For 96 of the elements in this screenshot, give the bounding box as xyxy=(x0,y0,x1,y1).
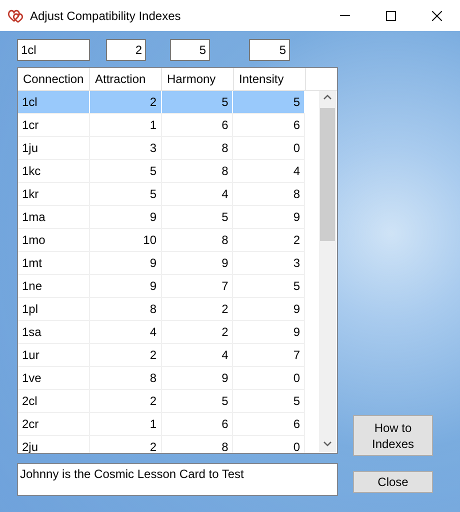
table-cell: 9 xyxy=(162,252,234,274)
input-field[interactable]: 5 xyxy=(170,39,210,61)
table-cell: 6 xyxy=(233,114,305,136)
table-cell: 2 xyxy=(162,321,234,343)
table-cell: 2 xyxy=(90,344,162,366)
column-header[interactable]: Attraction xyxy=(90,68,162,90)
table-row[interactable]: 2cr 1 6 6 xyxy=(18,413,305,436)
table-cell: 1kc xyxy=(18,160,90,182)
table-cell: 1kr xyxy=(18,183,90,205)
table-cell: 0 xyxy=(233,137,305,159)
table-cell: 2 xyxy=(90,436,162,453)
table-row[interactable]: 1ne 9 7 5 xyxy=(18,275,305,298)
table-cell: 7 xyxy=(233,344,305,366)
close-icon xyxy=(432,10,442,20)
column-header[interactable]: Connection xyxy=(18,68,90,90)
message-field[interactable]: Johnny is the Cosmic Lesson Card to Test xyxy=(17,463,338,496)
table-cell: 1pl xyxy=(18,298,90,320)
table-cell: 1mt xyxy=(18,252,90,274)
table-cell: 1 xyxy=(90,413,162,435)
table-cell: 5 xyxy=(233,91,305,113)
table-row[interactable]: 1sa 4 2 9 xyxy=(18,321,305,344)
table-cell: 5 xyxy=(233,275,305,297)
table-cell: 6 xyxy=(162,413,234,435)
table-cell: 1ma xyxy=(18,206,90,228)
input-field[interactable]: 1cl xyxy=(17,39,90,61)
table-cell: 9 xyxy=(90,252,162,274)
table-cell: 6 xyxy=(233,413,305,435)
table-cell: 1ne xyxy=(18,275,90,297)
table-cell: 2cr xyxy=(18,413,90,435)
table-cell: 5 xyxy=(233,390,305,412)
table-row[interactable]: 1ve 8 9 0 xyxy=(18,367,305,390)
table-cell: 0 xyxy=(233,367,305,389)
table-cell: 8 xyxy=(233,183,305,205)
window-title: Adjust Compatibility Indexes xyxy=(30,8,181,24)
table-cell: 1ju xyxy=(18,137,90,159)
table-cell: 7 xyxy=(162,275,234,297)
table-cell: 6 xyxy=(162,114,234,136)
table-cell: 2 xyxy=(90,91,162,113)
table-row[interactable]: 1mt 9 9 3 xyxy=(18,252,305,275)
table-row[interactable]: 1kc 5 8 4 xyxy=(18,160,305,183)
table-cell: 5 xyxy=(162,206,234,228)
table-cell: 8 xyxy=(90,367,162,389)
table-row[interactable]: 1cr 1 6 6 xyxy=(18,114,305,137)
how-to-button[interactable]: How to Indexes xyxy=(353,415,433,456)
table-cell: 2 xyxy=(233,229,305,251)
table-cell: 5 xyxy=(162,91,234,113)
maximize-icon xyxy=(386,10,396,20)
table-row[interactable]: 1mo 10 8 2 xyxy=(18,229,305,252)
table-row[interactable]: 1ma 9 5 9 xyxy=(18,206,305,229)
table-cell: 0 xyxy=(233,436,305,453)
table-cell: 1 xyxy=(90,114,162,136)
table-cell: 9 xyxy=(162,367,234,389)
table-cell: 8 xyxy=(90,298,162,320)
table-cell: 1ur xyxy=(18,344,90,366)
table-cell: 9 xyxy=(233,206,305,228)
table-row[interactable]: 2cl 2 5 5 xyxy=(18,390,305,413)
close-button[interactable]: Close xyxy=(353,471,433,493)
table-cell: 4 xyxy=(162,344,234,366)
table-cell: 3 xyxy=(90,137,162,159)
table-cell: 5 xyxy=(90,160,162,182)
table-cell: 1mo xyxy=(18,229,90,251)
table-cell: 4 xyxy=(233,160,305,182)
table-cell: 9 xyxy=(233,321,305,343)
table-cell: 9 xyxy=(90,206,162,228)
table-row[interactable]: 1cl 2 5 5 xyxy=(18,91,305,114)
table-cell: 8 xyxy=(162,137,234,159)
table-cell: 8 xyxy=(162,229,234,251)
column-header[interactable]: Intensity xyxy=(234,68,306,90)
table-cell: 8 xyxy=(162,436,234,453)
table-row[interactable]: 1ur 2 4 7 xyxy=(18,344,305,367)
scrollbar[interactable] xyxy=(319,91,336,452)
table-row[interactable]: 1pl 8 2 9 xyxy=(18,298,305,321)
table-cell: 5 xyxy=(162,390,234,412)
table-cell: 1cr xyxy=(18,114,90,136)
table-cell: 2cl xyxy=(18,390,90,412)
table-cell: 3 xyxy=(233,252,305,274)
minimize-icon xyxy=(340,15,350,16)
table-row[interactable]: 1kr 5 4 8 xyxy=(18,183,305,206)
table-cell: 4 xyxy=(90,321,162,343)
table-cell: 9 xyxy=(90,275,162,297)
table-cell: 2 xyxy=(90,390,162,412)
table-cell: 10 xyxy=(90,229,162,251)
table-cell: 1cl xyxy=(18,91,90,113)
table-cell: 5 xyxy=(90,183,162,205)
table-cell: 1ve xyxy=(18,367,90,389)
table-cell: 2 xyxy=(162,298,234,320)
input-field[interactable]: 2 xyxy=(106,39,146,61)
table-cell: 1sa xyxy=(18,321,90,343)
scrollbar-thumb[interactable] xyxy=(320,108,335,241)
table-cell: 9 xyxy=(233,298,305,320)
input-field[interactable]: 5 xyxy=(249,39,290,61)
column-header[interactable]: Harmony xyxy=(162,68,234,90)
hearts-icon xyxy=(8,8,24,22)
table-row[interactable]: 1ju 3 8 0 xyxy=(18,137,305,160)
table-cell: 8 xyxy=(162,160,234,182)
table-cell: 4 xyxy=(162,183,234,205)
